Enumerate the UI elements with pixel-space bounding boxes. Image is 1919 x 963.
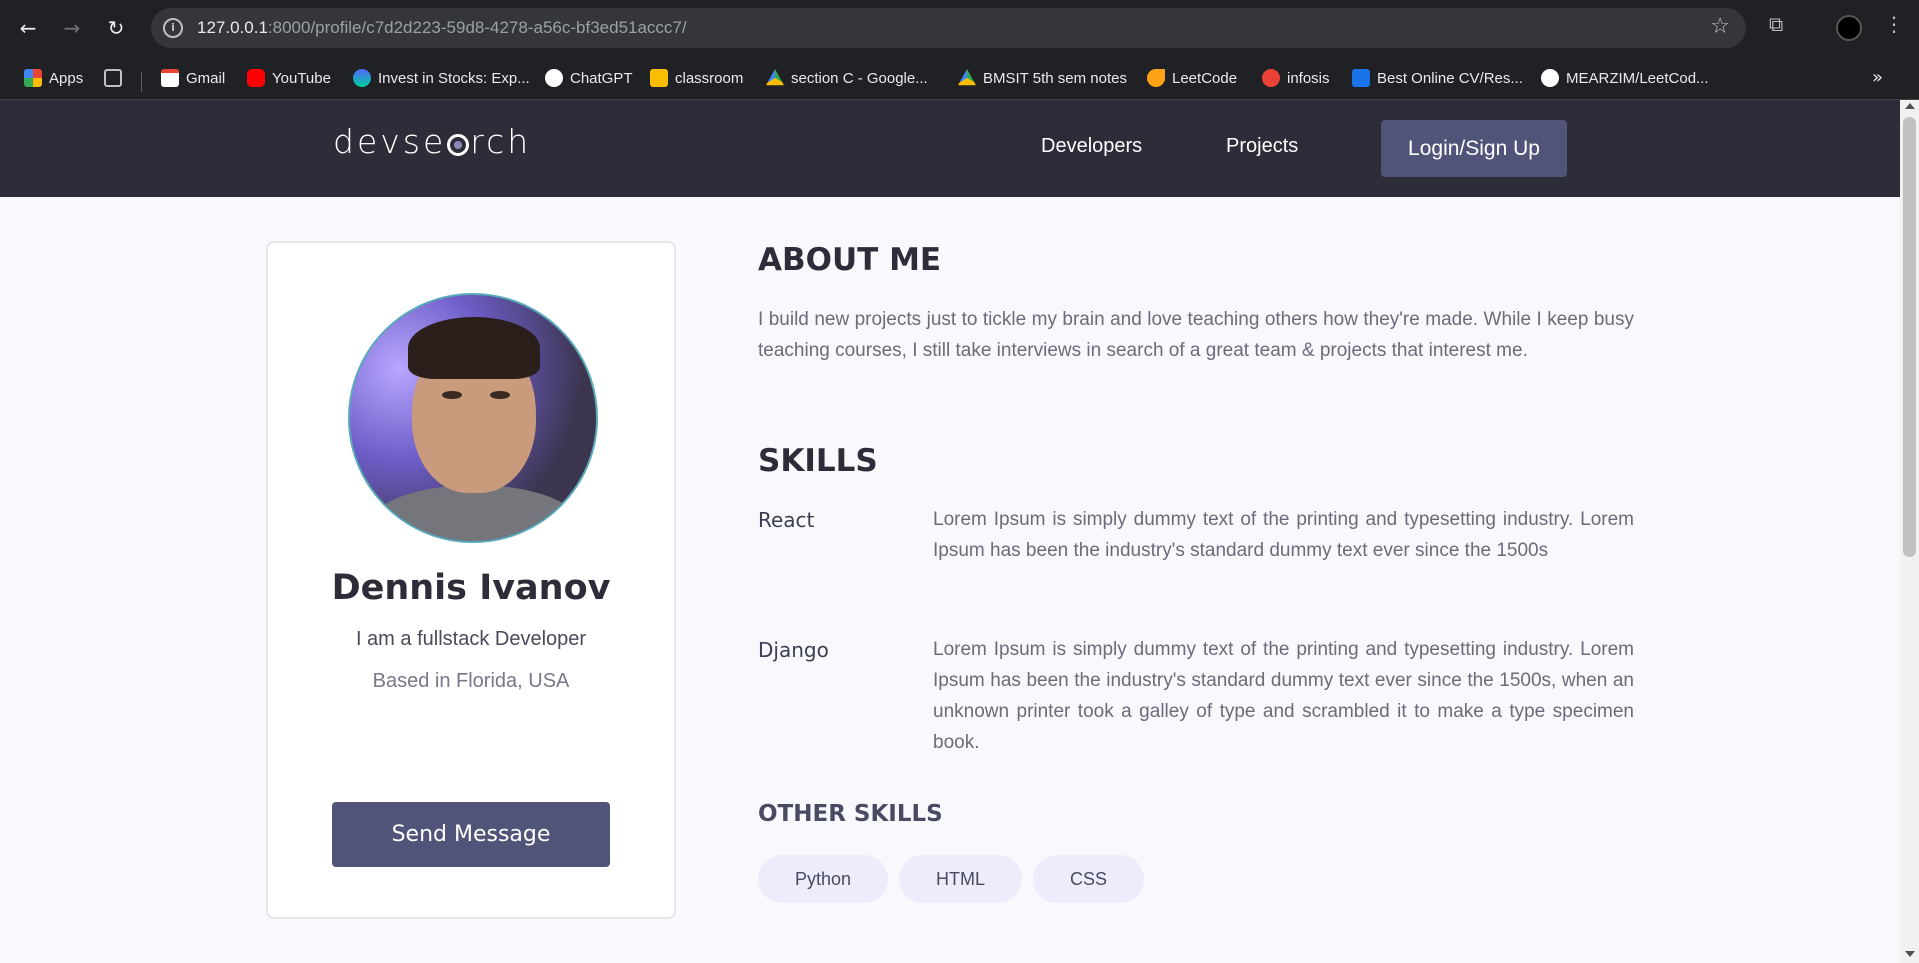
skill-description: Lorem Ipsum is simply dummy text of the … (933, 509, 1634, 561)
skill-name: Django (758, 638, 829, 662)
apps-icon (24, 69, 42, 87)
skill-tag: HTML (899, 855, 1023, 903)
about-heading: ABOUT ME (758, 242, 942, 278)
scroll-up-icon[interactable] (1905, 103, 1915, 109)
url-text[interactable]: 127.0.0.1:8000/profile/c7d2d223-59d8-427… (197, 18, 687, 38)
back-icon[interactable]: ← (14, 14, 42, 42)
other-skills-heading: OTHER SKILLS (758, 801, 943, 827)
skill-description: Lorem Ipsum is simply dummy text of the … (933, 639, 1634, 753)
login-signup-button[interactable]: Login/Sign Up (1381, 120, 1567, 177)
profile-tagline: I am a fullstack Developer (355, 628, 587, 650)
logo-search-icon (447, 134, 470, 156)
skill-tag: CSS (1033, 855, 1145, 903)
photo-eye-right (490, 391, 510, 399)
site-info-icon[interactable]: i (163, 18, 183, 38)
logo[interactable]: devse rch (333, 122, 531, 161)
reload-icon[interactable]: ↻ (102, 14, 130, 42)
bookmark-grid[interactable] (104, 65, 122, 91)
browser-toolbar: ← → ↻ i 127.0.0.1:8000/profile/c7d2d223-… (0, 0, 1919, 56)
bookmark-separator (141, 72, 142, 92)
groww-icon (353, 69, 371, 87)
skill-name: React (758, 508, 815, 532)
profile-location: Based in Florida, USA (372, 670, 570, 692)
gmail-icon (161, 69, 179, 87)
skills-heading: SKILLS (758, 443, 878, 479)
bookmark-chatgpt[interactable]: ChatGPT (545, 65, 633, 91)
bookmarks-bar: Apps Gmail YouTube Invest in Stocks: Exp… (0, 56, 1919, 100)
infosis-icon (1262, 69, 1280, 87)
leetcode-icon (1147, 69, 1165, 87)
youtube-icon (247, 69, 265, 87)
bookmark-gmail[interactable]: Gmail (161, 65, 225, 91)
scrollbar-thumb[interactable] (1903, 117, 1916, 557)
bookmark-youtube[interactable]: YouTube (247, 65, 331, 91)
address-bar[interactable]: i 127.0.0.1:8000/profile/c7d2d223-59d8-4… (151, 8, 1746, 48)
profile-photo (348, 293, 598, 543)
bookmark-star-icon[interactable]: ☆ (1710, 14, 1730, 39)
menu-icon[interactable]: ⋮ (1884, 12, 1904, 36)
photo-shirt (370, 485, 580, 541)
drive-icon (766, 69, 784, 86)
bookmark-github[interactable]: MEARZIM/LeetCod... (1541, 65, 1709, 91)
bookmark-infosis[interactable]: infosis (1262, 65, 1330, 91)
drive-icon (958, 69, 976, 86)
more-bookmarks-icon[interactable]: » (1872, 67, 1883, 88)
profile-card: Dennis Ivanov I am a fullstack Developer… (266, 241, 676, 919)
send-message-button[interactable]: Send Message (332, 802, 610, 867)
chatgpt-icon (545, 69, 563, 87)
classroom-icon (650, 69, 668, 87)
bookmark-section-c[interactable]: section C - Google... (766, 65, 928, 91)
grid-icon (104, 69, 122, 87)
bookmark-cv[interactable]: Best Online CV/Res... (1352, 65, 1523, 91)
nav-projects[interactable]: Projects (1226, 135, 1298, 158)
profile-avatar-icon[interactable] (1836, 15, 1862, 41)
other-skills-tags: Python HTML CSS (758, 855, 1145, 903)
about-text: I build new projects just to tickle my b… (758, 309, 1634, 361)
bookmark-bmsit[interactable]: BMSIT 5th sem notes (958, 65, 1127, 91)
skill-tag: Python (758, 855, 889, 903)
forward-icon[interactable]: → (58, 14, 86, 42)
scroll-down-icon[interactable] (1905, 951, 1915, 957)
profile-name: Dennis Ivanov (331, 568, 611, 608)
photo-hair (408, 317, 540, 379)
github-icon (1541, 69, 1559, 87)
photo-eye-left (442, 391, 462, 399)
bookmark-leetcode[interactable]: LeetCode (1147, 65, 1237, 91)
site-navbar: devse rch Developers Projects Login/Sign … (0, 100, 1900, 197)
nav-developers[interactable]: Developers (1041, 135, 1142, 158)
bookmark-invest[interactable]: Invest in Stocks: Exp... (353, 65, 530, 91)
document-icon (1352, 69, 1370, 87)
bookmark-apps[interactable]: Apps (24, 65, 83, 91)
bookmark-classroom[interactable]: classroom (650, 65, 743, 91)
extensions-icon[interactable]: ⧉ (1769, 12, 1783, 36)
